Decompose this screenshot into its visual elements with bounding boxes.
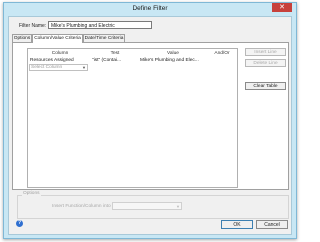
row-test-cell[interactable]: "ist" (Contai...	[92, 57, 138, 64]
column-header-column[interactable]: Column	[30, 50, 90, 57]
insert-function-dropdown[interactable]: ▼	[112, 202, 182, 210]
tab-options[interactable]: Options	[12, 34, 32, 42]
grid-header: Column Test Value And/Or	[28, 50, 237, 57]
define-filter-dialog: Define Filter ✕ Filter Name: Mike's Plum…	[3, 2, 297, 239]
clear-table-button[interactable]: Clear Table	[245, 82, 286, 90]
title-bar[interactable]: Define Filter ✕	[4, 3, 296, 15]
dialog-body: Filter Name: Mike's Plumbing and Electri…	[8, 16, 292, 235]
column-header-test[interactable]: Test	[92, 50, 138, 57]
row-value-cell[interactable]: Mike's Plumbing and Elec...	[140, 57, 206, 64]
dialog-title: Define Filter	[132, 5, 168, 12]
select-column-placeholder: Select Column	[31, 65, 63, 70]
chevron-down-icon: ▼	[176, 204, 180, 209]
delete-line-button[interactable]: Delete Line	[245, 59, 286, 67]
criteria-panel: Column Test Value And/Or Resources Assig…	[12, 42, 289, 190]
help-icon[interactable]: ?	[16, 220, 23, 227]
close-icon: ✕	[279, 4, 285, 11]
new-row: Select Column ▼	[28, 64, 237, 71]
select-column-dropdown[interactable]: Select Column ▼	[29, 64, 88, 71]
tab-column-value-criteria[interactable]: Column/Value Criteria	[32, 34, 83, 43]
filter-name-label: Filter Name:	[19, 23, 47, 29]
cancel-button[interactable]: Cancel	[256, 220, 288, 229]
column-header-value[interactable]: Value	[140, 50, 206, 57]
ok-button[interactable]: OK	[221, 220, 253, 229]
insert-line-button[interactable]: Insert Line	[245, 48, 286, 56]
options-legend: Options	[22, 191, 41, 196]
table-row[interactable]: Resources Assigned "ist" (Contai... Mike…	[28, 57, 237, 64]
filter-name-input[interactable]: Mike's Plumbing and Electric	[48, 21, 152, 29]
row-and-or-cell[interactable]	[208, 57, 236, 64]
column-header-and-or[interactable]: And/Or	[208, 50, 236, 57]
close-button[interactable]: ✕	[272, 3, 292, 12]
row-column-cell[interactable]: Resources Assigned	[30, 57, 90, 64]
chevron-down-icon: ▼	[82, 65, 86, 70]
tab-date-time-criteria[interactable]: Date/Time Criteria	[83, 34, 125, 42]
criteria-grid: Column Test Value And/Or Resources Assig…	[27, 48, 238, 188]
